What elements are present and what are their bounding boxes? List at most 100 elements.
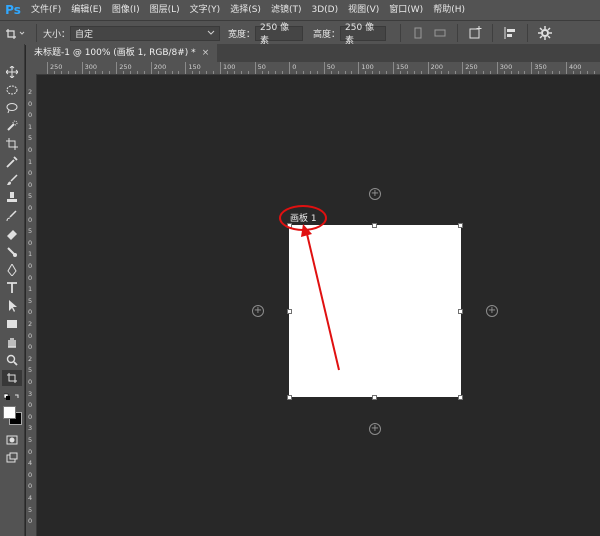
handle-bottom-center[interactable] [372,395,377,400]
vertical-ruler[interactable]: 2 0 0 1 5 0 1 0 0 5 0 0 5 0 1 0 0 1 5 0 2 0 0 2 5 0 3 0 0 3 5 0 4 0 0 4 5 0 [26,74,37,536]
path-select-tool[interactable] [2,298,22,314]
ruler-label: 50 [257,63,266,71]
handle-middle-right[interactable] [458,309,463,314]
menu-3d[interactable]: 3D(D) [306,0,343,20]
menu-window[interactable]: 窗口(W) [384,0,428,20]
ruler-label: 0 [28,146,33,154]
menu-type[interactable]: 文字(Y) [185,0,226,20]
separator [36,24,37,42]
add-artboard-bottom-button[interactable]: + [369,423,381,435]
ruler-minor-tick [282,71,284,74]
ruler-minor-tick [123,71,125,74]
ruler-minor-tick [226,71,228,74]
stamp-tool[interactable] [2,190,22,206]
height-field[interactable]: 250 像素 [340,23,387,46]
landscape-button[interactable] [429,23,451,43]
menu-select[interactable]: 选择(S) [225,0,266,20]
ruler-minor-tick [157,71,159,74]
ruler-tick [47,62,48,74]
lasso-icon [6,103,18,114]
handle-middle-left[interactable] [287,309,292,314]
ruler-label: 1 [28,157,33,166]
ruler-tick [289,62,291,74]
ruler-label: 1 [28,285,33,294]
artboard[interactable] [289,225,461,397]
ruler-minor-tick [268,71,270,74]
align-left-icon [504,27,516,39]
menu-image[interactable]: 图像(I) [107,0,145,20]
ruler-label: 0 [28,204,33,212]
ruler-tick [531,62,533,74]
ruler-minor-tick [524,71,526,74]
ruler-label: 1 [28,122,33,131]
menu-filter[interactable]: 滤镜(T) [266,0,307,20]
document-tab[interactable]: 未标题-1 @ 100% (画板 1, RGB/8#) * × [26,44,218,62]
artboard-tool-preset[interactable] [0,23,30,43]
ruler-label: 150 [188,63,201,71]
quick-select-tool[interactable] [2,118,22,134]
document-tab-bar: 未标题-1 @ 100% (画板 1, RGB/8#) * × [26,44,600,62]
foreground-color-swatch[interactable] [3,406,16,419]
hand-tool[interactable] [2,334,22,350]
lasso-tool[interactable] [2,100,22,116]
handle-bottom-right[interactable] [458,395,463,400]
ruler-minor-tick [448,71,450,74]
screen-mode-button[interactable] [2,450,22,466]
ruler-minor-tick [365,71,367,74]
artboard-tool[interactable] [2,370,22,386]
landscape-icon [434,29,446,37]
rectangle-tool[interactable] [2,316,22,332]
ruler-label: 3 [28,424,33,433]
eraser-icon [7,230,17,240]
handle-top-right[interactable] [458,223,463,228]
handle-top-center[interactable] [372,223,377,228]
eyedropper-tool[interactable] [2,154,22,170]
ruler-minor-tick [572,71,574,74]
menu-file[interactable]: 文件(F) [26,0,66,20]
ruler-label: 0 [28,378,33,386]
ruler-tick [150,62,152,74]
ruler-minor-tick [344,71,346,74]
menu-layer[interactable]: 图层(L) [145,0,185,20]
settings-button[interactable] [534,23,556,43]
ruler-label: 250 [465,63,478,71]
ruler-minor-tick [240,71,242,74]
ruler-label: 200 [153,63,167,71]
add-artboard-button[interactable] [464,23,486,43]
move-tool[interactable] [2,64,22,80]
handle-bottom-left[interactable] [287,395,292,400]
ruler-tick [116,62,118,74]
marquee-tool[interactable] [2,82,22,98]
add-artboard-left-button[interactable]: + [252,305,264,317]
ruler-tick [462,62,464,74]
brush-tool[interactable] [2,172,22,188]
ruler-minor-tick [261,71,263,74]
stamp-icon [7,192,17,202]
ruler-label: 0 [28,273,33,282]
portrait-button[interactable] [407,23,429,43]
color-swatches[interactable] [2,404,22,426]
horizontal-ruler[interactable]: 250 300 250 200 150 100 50 0 50 100 150 200 250 300 35… [26,62,600,75]
history-brush-tool[interactable] [2,208,22,224]
pen-tool[interactable] [2,262,22,278]
zoom-tool[interactable] [2,352,22,368]
eraser-tool[interactable] [2,226,22,242]
add-artboard-top-button[interactable]: + [369,188,381,200]
ruler-tick [220,62,221,74]
height-label: 高度： [313,29,341,40]
menu-help[interactable]: 帮助(H) [428,0,470,20]
menu-view[interactable]: 视图(V) [343,0,384,20]
gear-icon [538,26,553,40]
separator [457,24,459,42]
type-tool[interactable] [2,280,22,296]
width-field[interactable]: 250 像素 [255,23,304,46]
close-icon[interactable]: × [202,48,210,58]
gradient-tool[interactable] [2,244,22,260]
crop-tool[interactable] [2,136,22,152]
ruler-label: 0 [28,215,33,224]
align-button[interactable] [499,23,521,43]
menu-edit[interactable]: 编辑(E) [66,0,107,20]
size-dropdown[interactable]: 自定 [70,25,221,41]
quick-mask-button[interactable] [2,432,22,448]
add-artboard-right-button[interactable]: + [486,305,498,317]
